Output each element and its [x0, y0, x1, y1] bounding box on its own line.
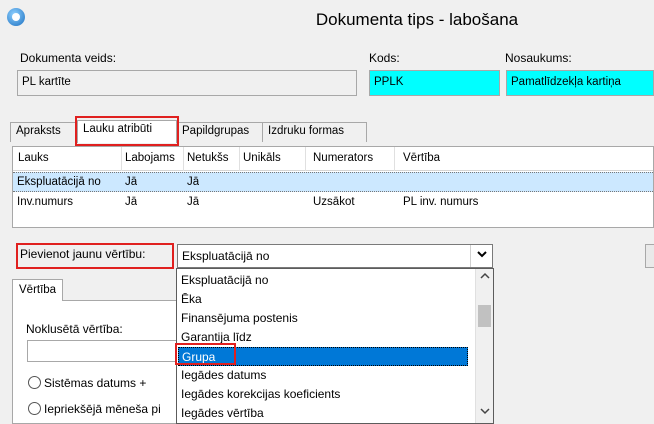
window-title: Dokumenta tips - labošana: [315, 10, 519, 29]
doc-type-label: Dokumenta veids:: [20, 51, 117, 65]
radio-button-icon[interactable]: [28, 376, 41, 389]
chevron-down-icon[interactable]: [470, 245, 492, 267]
add-value-select[interactable]: Ekspluatācijā no: [177, 244, 493, 268]
column-header[interactable]: Labojams: [125, 152, 175, 164]
side-button[interactable]: [645, 244, 654, 268]
column-header[interactable]: Unikāls: [243, 152, 281, 164]
tab-apraksts[interactable]: Apraksts: [10, 122, 78, 142]
code-label: Kods:: [369, 51, 400, 65]
dropdown-option[interactable]: Finansējuma postenis: [178, 309, 468, 328]
title-bar: Dokumenta tips - labošana: [0, 0, 654, 38]
scroll-thumb[interactable]: [478, 305, 491, 327]
tab-vertiba[interactable]: Vērtība: [12, 279, 64, 301]
tab-papildgrupas[interactable]: Papildgrupas: [176, 122, 263, 142]
table-header: Lauks Labojams Netukšs Unikāls Numerator…: [13, 147, 653, 171]
chevron-up-icon[interactable]: [476, 272, 493, 283]
column-header[interactable]: Netukšs: [187, 152, 229, 164]
tab-izdruku-formas[interactable]: Izdruku formas: [262, 122, 367, 142]
radio-button-icon[interactable]: [28, 402, 41, 415]
table-row[interactable]: Inv.numurs Jā Jā Uzsākot PL inv. numurs: [13, 193, 653, 213]
chevron-down-icon[interactable]: [476, 407, 493, 418]
dropdown-scrollbar[interactable]: [475, 269, 493, 423]
column-header[interactable]: Numerators: [313, 152, 373, 164]
column-header[interactable]: Lauks: [18, 152, 49, 164]
add-value-dropdown-list[interactable]: Ekspluatācijā no Ēka Finansējuma posteni…: [176, 268, 494, 424]
add-value-label: Pievienot jaunu vērtību:: [20, 247, 146, 261]
fields-table[interactable]: Lauks Labojams Netukšs Unikāls Numerator…: [12, 146, 654, 228]
name-label: Nosaukums:: [505, 51, 572, 65]
radio-system-date[interactable]: Sistēmas datums +: [28, 376, 146, 390]
dropdown-option[interactable]: Iegādes korekcijas koeficients: [178, 385, 468, 404]
column-header[interactable]: Vērtība: [403, 152, 440, 164]
dropdown-option[interactable]: Garantija līdz: [178, 328, 468, 347]
code-field[interactable]: PPLK: [369, 70, 500, 96]
doc-type-field: PL kartīte: [17, 70, 357, 96]
radio-prev-month[interactable]: Iepriekšējā mēneša pi: [28, 402, 161, 416]
tab-lauku-atributi[interactable]: Lauku atribūti: [77, 120, 177, 143]
add-value-selected: Ekspluatācijā no: [182, 249, 270, 263]
default-value-input[interactable]: [27, 340, 187, 362]
default-value-label: Noklusētā vērtība:: [26, 322, 123, 336]
name-field[interactable]: Pamatlīdzekļa kartiņa: [506, 70, 654, 96]
dropdown-option[interactable]: Ēka: [178, 290, 468, 309]
dropdown-option[interactable]: Iegādes datums: [178, 366, 468, 385]
dropdown-option-selected[interactable]: Grupa: [178, 347, 468, 366]
dropdown-option[interactable]: Ekspluatācijā no: [178, 271, 468, 290]
table-row[interactable]: Ekspluatācijā no Jā Jā: [13, 172, 653, 192]
dropdown-option[interactable]: Iegādes vērtība: [178, 404, 468, 423]
